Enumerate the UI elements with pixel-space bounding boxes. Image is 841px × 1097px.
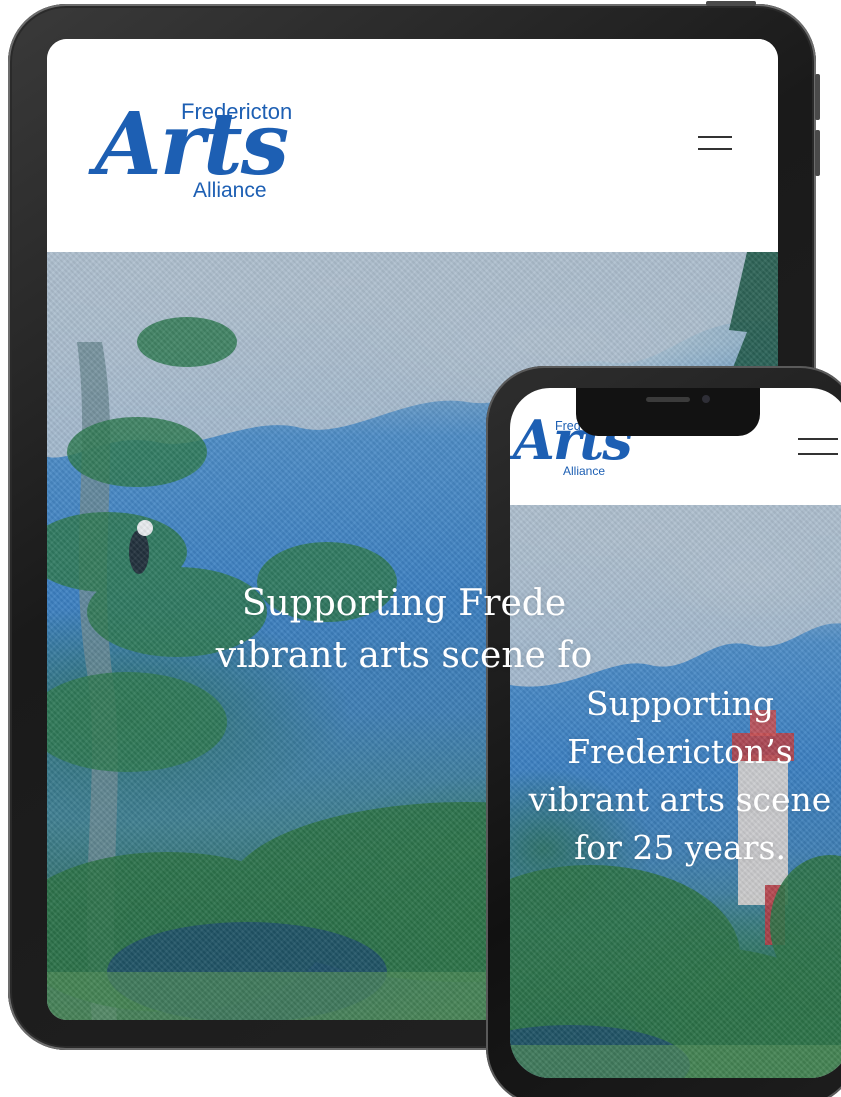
hero-headline-line: Fredericton’s [567,732,793,771]
site-header: Arts Fredericton Alliance [47,39,778,252]
logo-top-word: Fredericton [181,99,293,124]
logo-bottom-word: Alliance [193,179,267,202]
menu-line [798,438,838,440]
menu-line [698,136,732,138]
logo-bottom-word: Alliance [563,464,606,478]
site-logo[interactable]: Arts Fredericton Alliance [95,95,305,205]
menu-line [798,453,838,455]
hero-headline-line: vibrant arts scene fo [215,635,593,676]
hamburger-menu-icon[interactable] [798,438,838,455]
hero-headline-line: Supporting [586,684,774,723]
tablet-side-button [815,74,820,120]
phone-notch [576,388,760,436]
phone-device: Arts Fredericton Alliance [486,366,841,1097]
speaker-grille [646,397,690,402]
menu-line [698,148,732,150]
camera-icon [702,395,710,403]
hero-headline: Supporting Frede vibrant arts scene fo [144,578,664,682]
hamburger-menu-icon[interactable] [698,136,732,150]
hero-headline-line: vibrant arts scene [528,780,832,819]
phone-screen: Arts Fredericton Alliance [510,388,841,1078]
tablet-top-button [706,1,756,6]
hero-headline-line: for 25 years. [574,828,786,867]
hero-headline-line: Supporting Frede [241,583,567,624]
hero-headline: Supporting Fredericton’s vibrant arts sc… [510,680,841,872]
tablet-side-button [815,130,820,176]
device-mockup-stage: Arts Fredericton Alliance Supporting Fre… [0,0,841,1097]
